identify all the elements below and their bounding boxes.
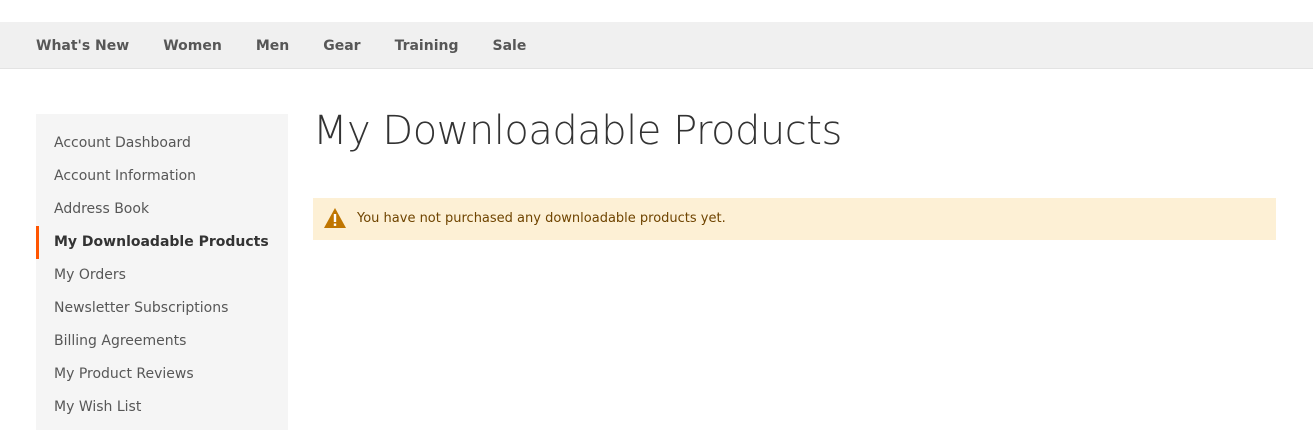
message-text: You have not purchased any downloadable … xyxy=(357,211,726,226)
top-navigation-bar: What's New Women Men Gear Training Sale xyxy=(0,22,1313,69)
nav-item-sale[interactable]: Sale xyxy=(492,38,526,54)
sidebar-item-my-orders[interactable]: My Orders xyxy=(36,259,288,292)
main-nav: What's New Women Men Gear Training Sale xyxy=(36,22,560,69)
sidebar-item-billing-agreements[interactable]: Billing Agreements xyxy=(36,325,288,358)
sidebar-item-my-product-reviews[interactable]: My Product Reviews xyxy=(36,358,288,391)
warning-message: You have not purchased any downloadable … xyxy=(313,198,1276,240)
nav-item-gear[interactable]: Gear xyxy=(323,38,360,54)
sidebar-item-account-dashboard[interactable]: Account Dashboard xyxy=(36,127,288,160)
nav-item-women[interactable]: Women xyxy=(163,38,222,54)
sidebar-item-newsletter-subscriptions[interactable]: Newsletter Subscriptions xyxy=(36,292,288,325)
sidebar-item-my-wish-list[interactable]: My Wish List xyxy=(36,391,288,424)
account-sidebar: Account Dashboard Account Information Ad… xyxy=(36,114,288,430)
sidebar-item-address-book[interactable]: Address Book xyxy=(36,193,288,226)
warning-icon xyxy=(323,207,347,229)
sidebar-item-account-information[interactable]: Account Information xyxy=(36,160,288,193)
sidebar-item-my-downloadable-products: My Downloadable Products xyxy=(36,226,288,259)
nav-item-whats-new[interactable]: What's New xyxy=(36,38,129,54)
page-title: My Downloadable Products xyxy=(313,108,842,154)
nav-item-training[interactable]: Training xyxy=(395,38,459,54)
account-nav-list: Account Dashboard Account Information Ad… xyxy=(36,114,288,424)
nav-item-men[interactable]: Men xyxy=(256,38,289,54)
